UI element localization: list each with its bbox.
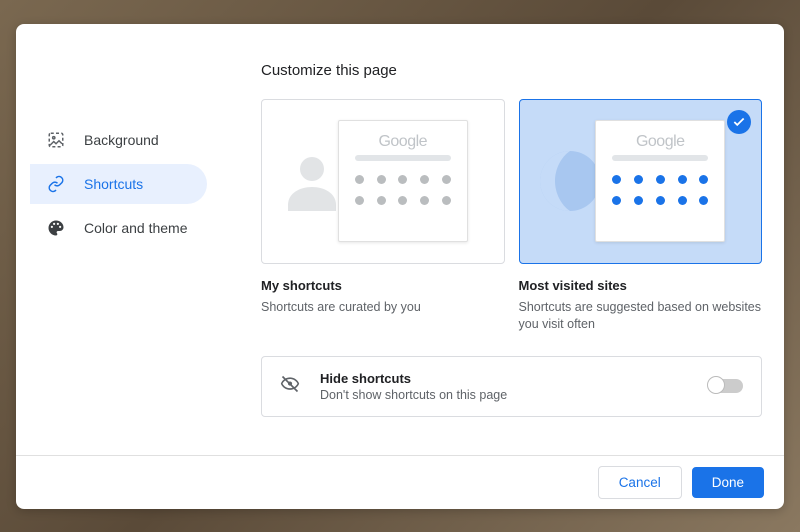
cancel-button[interactable]: Cancel (598, 466, 682, 499)
preview-searchbar (612, 155, 708, 161)
sidebar-item-color-theme[interactable]: Color and theme (30, 208, 207, 248)
sidebar: Background Shortcuts Color and theme (16, 24, 221, 509)
visibility-off-icon (280, 374, 300, 399)
option-cards: Google My shortcuts Shortcuts are curate… (261, 99, 762, 334)
image-icon (46, 130, 66, 150)
preview-logo: Google (610, 133, 710, 151)
option-my-shortcuts: Google My shortcuts Shortcuts are curate… (261, 99, 505, 334)
option-desc: Shortcuts are suggested based on website… (519, 299, 763, 334)
page-title: Customize this page (261, 62, 762, 79)
toggle-knob (707, 376, 725, 394)
mini-browser-preview: Google (338, 120, 468, 242)
main-panel: Customize this page Google My shortcuts … (221, 24, 784, 509)
preview-logo: Google (353, 133, 453, 151)
hide-shortcuts-row: Hide shortcuts Don't show shortcuts on t… (261, 356, 762, 417)
dialog-footer: Cancel Done (16, 455, 784, 509)
hide-title: Hide shortcuts (320, 371, 507, 386)
option-title: My shortcuts (261, 278, 505, 293)
preview-searchbar (355, 155, 451, 161)
option-desc: Shortcuts are curated by you (261, 299, 505, 317)
option-title: Most visited sites (519, 278, 763, 293)
palette-icon (46, 218, 66, 238)
hide-desc: Don't show shortcuts on this page (320, 388, 507, 402)
sidebar-item-label: Color and theme (84, 220, 188, 236)
mini-browser-preview: Google (595, 120, 725, 242)
sidebar-item-background[interactable]: Background (30, 120, 207, 160)
hide-text: Hide shortcuts Don't show shortcuts on t… (320, 371, 507, 402)
sidebar-item-label: Shortcuts (84, 176, 143, 192)
most-visited-preview[interactable]: Google (519, 99, 763, 264)
my-shortcuts-preview[interactable]: Google (261, 99, 505, 264)
link-icon (46, 174, 66, 194)
sidebar-item-shortcuts[interactable]: Shortcuts (30, 164, 207, 204)
customize-dialog: Background Shortcuts Color and theme Cus… (16, 24, 784, 509)
done-button[interactable]: Done (692, 467, 764, 498)
option-most-visited: Google Most visited sites Shortcuts are … (519, 99, 763, 334)
sidebar-item-label: Background (84, 132, 159, 148)
hide-shortcuts-toggle[interactable] (709, 379, 743, 393)
checkmark-icon (727, 110, 751, 134)
